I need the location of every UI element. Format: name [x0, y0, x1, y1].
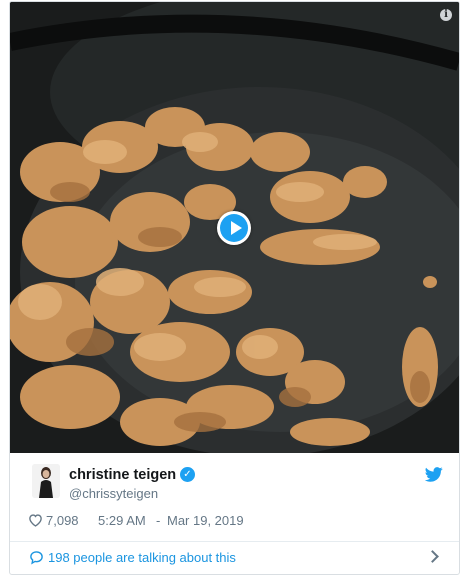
verified-badge-icon: ✓: [180, 467, 195, 482]
like-count[interactable]: 7,098: [46, 513, 79, 528]
author-handle[interactable]: @chrissyteigen: [69, 486, 158, 501]
chevron-right-icon: [426, 550, 439, 563]
conversation-label[interactable]: 198 people are talking about this: [48, 550, 236, 565]
author-name[interactable]: christine teigen: [69, 467, 176, 483]
avatar[interactable]: [32, 464, 60, 498]
play-icon: [231, 221, 242, 235]
time-date-separator: -: [156, 513, 161, 528]
speech-bubble-icon: [30, 551, 43, 565]
video-player[interactable]: i: [10, 2, 459, 453]
avatar-image: [32, 464, 60, 498]
twitter-bird-icon[interactable]: [425, 467, 443, 482]
tweet-author: christine teigen ✓ @chrissyteigen: [10, 453, 459, 505]
conversation-link[interactable]: 198 people are talking about this: [10, 542, 459, 574]
tweet-date[interactable]: Mar 19, 2019: [167, 513, 244, 528]
heart-icon[interactable]: [28, 513, 43, 527]
tweet-time[interactable]: 5:29 AM: [98, 513, 146, 528]
info-icon[interactable]: i: [440, 9, 452, 21]
embedded-tweet-card: i christine teigen ✓ @chrissyteigen 7,09…: [9, 1, 460, 575]
play-button[interactable]: [217, 211, 251, 245]
play-button-circle: [220, 214, 248, 242]
